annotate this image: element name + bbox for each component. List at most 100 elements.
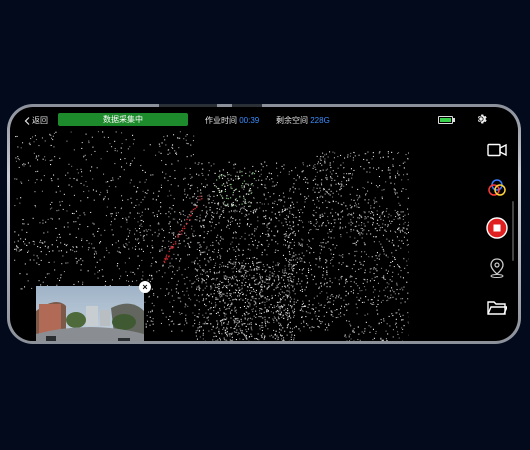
cloud-point xyxy=(217,322,219,324)
cloud-point xyxy=(397,170,399,172)
cloud-point xyxy=(301,269,303,271)
scroll-indicator[interactable] xyxy=(512,201,514,261)
cloud-point xyxy=(103,173,105,175)
cloud-point xyxy=(216,326,218,328)
cloud-point xyxy=(208,249,210,251)
cloud-point xyxy=(200,246,202,248)
location-button[interactable] xyxy=(486,257,508,279)
cloud-point xyxy=(298,177,300,179)
cloud-point xyxy=(215,312,217,314)
cloud-point xyxy=(357,217,359,219)
cloud-point xyxy=(329,162,331,164)
cloud-point xyxy=(370,217,372,219)
cloud-point xyxy=(392,255,394,257)
cloud-point xyxy=(367,299,369,301)
cloud-point xyxy=(310,229,312,231)
cloud-point xyxy=(209,196,211,198)
cloud-point xyxy=(194,323,196,325)
cloud-point xyxy=(198,286,200,288)
cloud-point xyxy=(259,325,261,327)
cloud-point xyxy=(191,283,193,285)
cloud-point xyxy=(254,228,256,230)
top-bar: 返回 数据采集中 作业时间 00:39 剩余空间 228G xyxy=(10,107,518,133)
point-cloud-view[interactable]: × xyxy=(14,131,409,341)
stop-record-button[interactable] xyxy=(486,217,508,239)
cloud-point xyxy=(269,271,271,273)
cloud-point xyxy=(230,210,232,212)
cloud-point xyxy=(233,190,235,192)
cloud-point xyxy=(268,228,270,230)
back-button[interactable]: 返回 xyxy=(24,115,48,126)
cloud-point xyxy=(333,237,335,239)
cloud-point xyxy=(292,186,294,188)
gear-icon[interactable] xyxy=(475,113,487,125)
cloud-point xyxy=(41,190,43,192)
cloud-point xyxy=(223,337,225,339)
cloud-point xyxy=(288,246,290,248)
cloud-point xyxy=(244,167,246,169)
cloud-point xyxy=(38,145,40,147)
cloud-point xyxy=(398,174,400,176)
cloud-point xyxy=(306,275,308,277)
cloud-point xyxy=(231,268,233,270)
cloud-point xyxy=(58,209,60,211)
cloud-point xyxy=(224,302,226,304)
cloud-point xyxy=(275,217,277,219)
cloud-point xyxy=(324,282,326,284)
cloud-point xyxy=(179,323,181,325)
cloud-point xyxy=(338,294,340,296)
cloud-point xyxy=(253,197,255,199)
cloud-point xyxy=(246,311,248,313)
cloud-point xyxy=(214,172,216,174)
cloud-point xyxy=(209,206,211,208)
cloud-point xyxy=(234,266,236,268)
cloud-point xyxy=(355,260,357,262)
cloud-point xyxy=(373,273,375,275)
cloud-point xyxy=(217,242,219,244)
cloud-point xyxy=(147,279,149,281)
cloud-point xyxy=(308,195,310,197)
cloud-point xyxy=(195,335,197,337)
battery-icon xyxy=(438,116,455,124)
panorama-preview[interactable] xyxy=(36,286,144,341)
cloud-point xyxy=(366,171,368,173)
cloud-point xyxy=(159,250,161,252)
cloud-point xyxy=(228,308,230,310)
cloud-point xyxy=(83,184,85,186)
cloud-point xyxy=(95,190,97,192)
cloud-point xyxy=(202,323,204,325)
cloud-point xyxy=(332,256,334,258)
cloud-point xyxy=(160,152,162,154)
cloud-point xyxy=(285,231,287,233)
cloud-point xyxy=(261,280,263,282)
cloud-point xyxy=(392,158,394,160)
cloud-point xyxy=(303,305,305,307)
cloud-point xyxy=(346,180,348,182)
cloud-point xyxy=(269,276,271,278)
cloud-point xyxy=(330,295,332,297)
cloud-point xyxy=(310,248,312,250)
cloud-point xyxy=(81,175,83,177)
cloud-point xyxy=(332,315,334,317)
cloud-point xyxy=(301,245,303,247)
cloud-point xyxy=(237,317,239,319)
cloud-point xyxy=(84,154,86,156)
cloud-point xyxy=(342,216,344,218)
folder-button[interactable] xyxy=(486,297,508,319)
cloud-point xyxy=(219,337,221,339)
cloud-point xyxy=(293,327,295,329)
cloud-point xyxy=(235,219,237,221)
cloud-point xyxy=(202,220,204,222)
close-icon[interactable]: × xyxy=(139,281,151,293)
cloud-point xyxy=(355,225,357,227)
cloud-point xyxy=(165,173,167,175)
cloud-point xyxy=(177,222,179,224)
cloud-point xyxy=(183,294,185,296)
cloud-point xyxy=(384,215,386,217)
cloud-point xyxy=(277,295,279,297)
color-mode-button[interactable] xyxy=(486,177,508,199)
video-camera-button[interactable] xyxy=(486,139,508,161)
cloud-point xyxy=(201,281,203,283)
cloud-point xyxy=(238,261,240,263)
cloud-point xyxy=(167,153,169,155)
